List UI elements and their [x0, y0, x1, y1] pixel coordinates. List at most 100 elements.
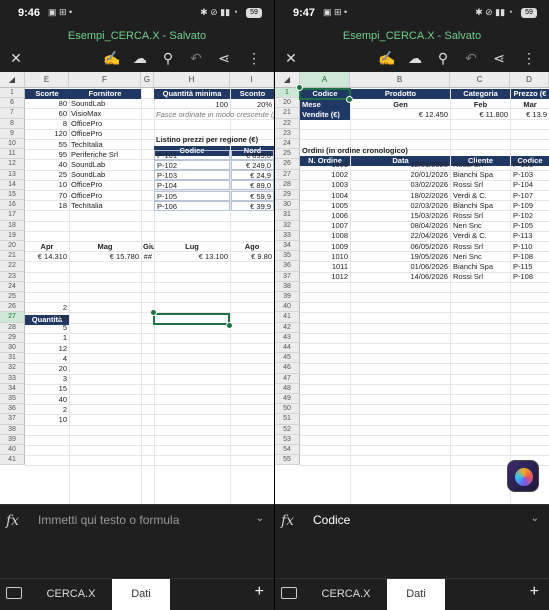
- row-header[interactable]: 24: [0, 281, 25, 292]
- cell-header[interactable]: Prezzo (€: [511, 89, 549, 99]
- cell-note[interactable]: Fasce ordinate in modo crescente (per: [154, 110, 274, 120]
- chevron-down-icon[interactable]: ⌄: [531, 513, 539, 524]
- cell-month[interactable]: Lug: [154, 242, 230, 252]
- row-header[interactable]: 37: [0, 414, 25, 425]
- row-header[interactable]: 20: [0, 241, 25, 252]
- sheet-list-icon[interactable]: [281, 587, 297, 599]
- cell-order-value[interactable]: 1009: [300, 242, 350, 252]
- row-header[interactable]: 32: [0, 363, 25, 374]
- row-header[interactable]: 30: [0, 343, 25, 354]
- cell-sales[interactable]: € 12.450: [351, 110, 450, 120]
- cell-month[interactable]: Mag: [69, 242, 141, 252]
- cell-order-value[interactable]: Rossi Srl: [451, 272, 510, 282]
- cell-scorte[interactable]: 8: [25, 119, 69, 129]
- cell-order-value[interactable]: 1002: [300, 170, 350, 180]
- row-header[interactable]: 43: [275, 332, 300, 343]
- cell-header[interactable]: Quantità minima: [154, 89, 230, 99]
- cell-order-value[interactable]: 1003: [300, 180, 350, 190]
- cell-order-value[interactable]: 1010: [300, 252, 350, 262]
- column-header[interactable]: I: [230, 72, 274, 88]
- row-header[interactable]: 53: [275, 434, 300, 445]
- tab-dati[interactable]: Dati: [387, 579, 445, 610]
- cell-quantita[interactable]: 2: [25, 405, 69, 415]
- row-header[interactable]: 21: [0, 251, 25, 262]
- cell-codice[interactable]: P-105: [154, 190, 230, 201]
- cell-scorte[interactable]: 25: [25, 170, 69, 180]
- cell-fornitore[interactable]: OfficePro: [69, 191, 141, 201]
- row-header[interactable]: 35: [275, 251, 300, 262]
- cell-fornitore[interactable]: SoundLab: [69, 99, 141, 109]
- row-header[interactable]: 45: [275, 353, 300, 364]
- cell-order-value[interactable]: 03/02/2026: [351, 180, 450, 190]
- row-header[interactable]: 17: [0, 210, 25, 221]
- row-header[interactable]: 24: [275, 139, 300, 150]
- cell-month[interactable]: Feb: [451, 100, 510, 110]
- row-header[interactable]: 23: [275, 128, 300, 139]
- row-header[interactable]: 7: [0, 108, 25, 119]
- row-header[interactable]: 33: [275, 230, 300, 241]
- cell-order-value[interactable]: Verdi & C.: [451, 191, 510, 201]
- row-header[interactable]: 13: [0, 169, 25, 180]
- cell-month[interactable]: Gen: [351, 100, 450, 110]
- cell-month-value[interactable]: € 13.100: [154, 252, 230, 262]
- cell-order-value[interactable]: 1011: [300, 262, 350, 272]
- column-header[interactable]: G: [141, 72, 154, 88]
- row-header[interactable]: 25: [275, 149, 300, 160]
- cell-month[interactable]: Mar: [511, 100, 549, 110]
- row-header[interactable]: 25: [0, 292, 25, 303]
- share-icon[interactable]: ⋖: [489, 48, 509, 68]
- cell-month[interactable]: Ago: [230, 242, 274, 252]
- cell-order-value[interactable]: 22/04/2026: [351, 231, 450, 241]
- row-header[interactable]: 29: [0, 332, 25, 343]
- row-header[interactable]: 26: [275, 159, 300, 170]
- cell-quantita[interactable]: 4: [25, 354, 69, 364]
- cell-order-value[interactable]: Bianchi Spa: [451, 201, 510, 211]
- cell-fornitore[interactable]: OfficePro: [69, 129, 141, 139]
- row-header[interactable]: 42: [275, 322, 300, 333]
- row-header[interactable]: 18: [0, 220, 25, 231]
- cell-quantita[interactable]: 10: [25, 415, 69, 425]
- cell-scorte[interactable]: 70: [25, 191, 69, 201]
- cell-order-value[interactable]: P-108: [511, 252, 549, 262]
- cell-order-value[interactable]: Rossi Srl: [451, 242, 510, 252]
- cell-order-value[interactable]: P-110: [511, 242, 549, 252]
- row-header[interactable]: 28: [275, 179, 300, 190]
- row-header[interactable]: 31: [0, 353, 25, 364]
- column-header[interactable]: C: [450, 72, 510, 88]
- row-header[interactable]: 52: [275, 424, 300, 435]
- row-header[interactable]: 9: [0, 128, 25, 139]
- row-header[interactable]: 28: [0, 322, 25, 333]
- cell-codice[interactable]: P-104: [154, 180, 230, 191]
- row-header[interactable]: 19: [0, 230, 25, 241]
- cell-order-value[interactable]: Neri Snc: [451, 221, 510, 231]
- cell-order-value[interactable]: 14/06/2026: [351, 272, 450, 282]
- more-options-icon[interactable]: ⋮: [244, 48, 264, 68]
- row-header[interactable]: 39: [275, 292, 300, 303]
- row-header[interactable]: 35: [0, 394, 25, 405]
- cell-header[interactable]: Sconto: [231, 89, 274, 99]
- cell-quantita[interactable]: 15: [25, 384, 69, 394]
- cell-mese-label[interactable]: Mese: [300, 100, 350, 110]
- row-header[interactable]: 10: [0, 139, 25, 150]
- cell-order-value[interactable]: Rossi Srl: [451, 160, 510, 170]
- row-header[interactable]: 44: [275, 343, 300, 354]
- selected-cell[interactable]: [299, 88, 351, 100]
- row-header[interactable]: 22: [0, 261, 25, 272]
- cell-header[interactable]: Categoria: [451, 89, 510, 99]
- cell-order-value[interactable]: 1008: [300, 231, 350, 241]
- cell-fornitore[interactable]: TechItalia: [69, 140, 141, 150]
- row-header[interactable]: 27: [275, 169, 300, 180]
- cell-order-value[interactable]: Rossi Srl: [451, 211, 510, 221]
- spreadsheet-grid[interactable]: ◢ E F G H I 1 6 7 8 9 10 11 12 13 14 15 16 17 18 19 20 2…: [0, 72, 274, 504]
- cell-codice[interactable]: P-103: [154, 170, 230, 181]
- cell-order-value[interactable]: P-101: [511, 160, 549, 170]
- row-header[interactable]: 49: [275, 394, 300, 405]
- undo-icon[interactable]: ↶: [186, 48, 206, 68]
- cell-quantita[interactable]: 20: [25, 364, 69, 374]
- cell-fornitore[interactable]: OfficePro: [69, 180, 141, 190]
- cell-order-value[interactable]: 02/03/2026: [351, 201, 450, 211]
- selection-handle[interactable]: [346, 96, 353, 103]
- row-header[interactable]: 34: [275, 241, 300, 252]
- cell-order-value[interactable]: Verdi & C.: [451, 231, 510, 241]
- row-header[interactable]: 8: [0, 118, 25, 129]
